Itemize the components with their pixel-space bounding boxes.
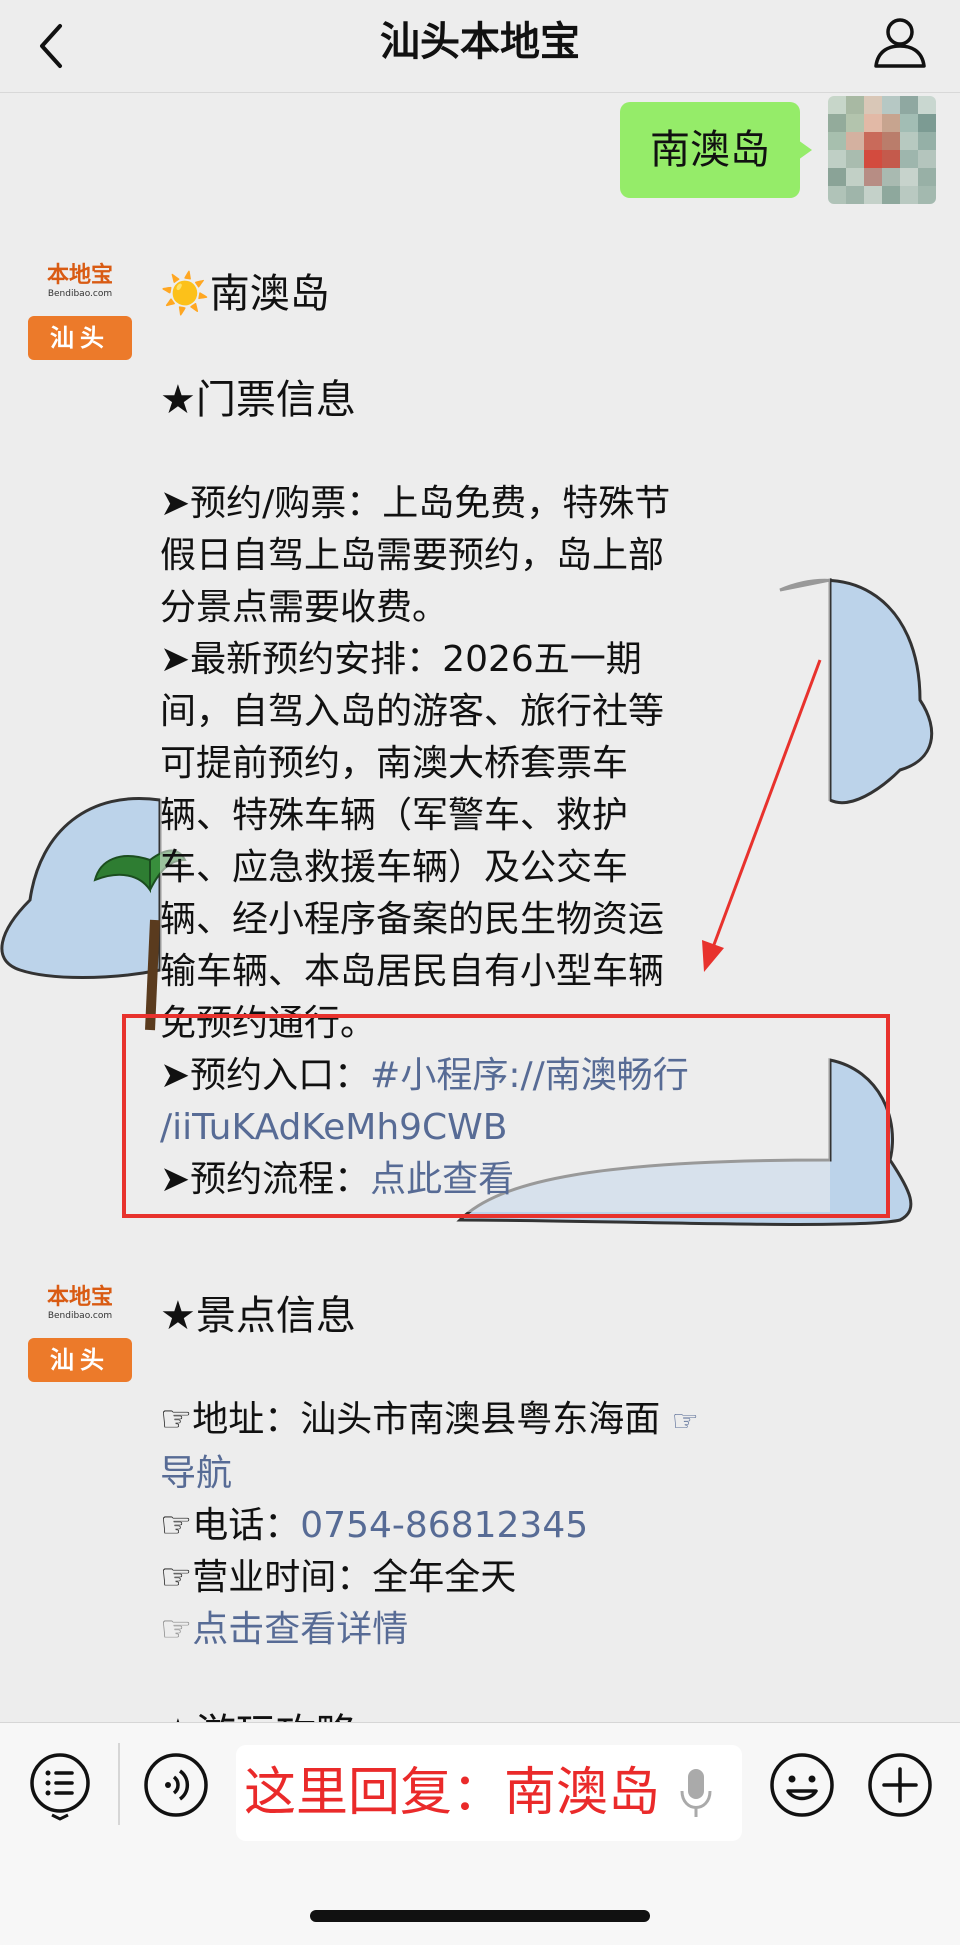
address-line: ☞地址：汕头市南澳县粤东海面 ☞ (160, 1394, 830, 1448)
plus-icon (868, 1753, 932, 1817)
message-input[interactable]: 这里回复：南澳岛 (236, 1745, 742, 1841)
phone-line: ☞电话：0754-86812345 (160, 1500, 830, 1552)
message-line: ➤预约/购票：上岛免费，特殊节 (160, 483, 671, 524)
details-line: ☞点击查看详情 (160, 1604, 830, 1656)
nav-bar: 汕头本地宝 (0, 0, 960, 93)
incoming-message-attraction: ★景点信息 ☞地址：汕头市南澳县粤东海面 ☞ 导航 ☞电话：0754-86812… (160, 1290, 830, 1760)
account-logo: 本地宝 Bendibao.com (28, 1280, 132, 1332)
menu-button[interactable] (24, 1749, 96, 1821)
message-line: 假日自驾上岛需要预约，岛上部 (160, 535, 665, 576)
message-line: 分景点需要收费。 (160, 587, 449, 628)
pointer-icon: ☞ (671, 1404, 699, 1439)
view-details-link[interactable]: 点击查看详情 (192, 1609, 408, 1650)
input-bar-divider (118, 1743, 120, 1825)
reply-hint: 这里回复：南澳岛 (244, 1763, 661, 1823)
account-avatar[interactable]: 本地宝 Bendibao.com 汕头 (28, 1280, 132, 1384)
emoji-icon (770, 1753, 834, 1817)
more-button[interactable] (864, 1749, 936, 1821)
mic-icon[interactable] (678, 1765, 714, 1821)
pointer-icon: ☞ (160, 1609, 193, 1650)
emoji-button[interactable] (766, 1749, 838, 1821)
account-brand: 本地宝 (46, 1284, 113, 1310)
phone-link[interactable]: 0754-86812345 (300, 1505, 588, 1546)
page-title: 汕头本地宝 (380, 19, 580, 65)
profile-button[interactable] (868, 10, 932, 74)
account-avatar[interactable]: 本地宝 Bendibao.com 汕头 (28, 258, 132, 362)
user-avatar[interactable] (828, 96, 936, 204)
outgoing-message-bubble[interactable]: 南澳岛 (620, 102, 800, 198)
menu-list-icon (30, 1753, 90, 1821)
section-title-attraction: ★景点信息 (160, 1293, 356, 1339)
account-city-badge: 汕头 (28, 1338, 132, 1382)
message-heading: ☀️南澳岛 (160, 271, 330, 317)
voice-icon (144, 1753, 208, 1817)
account-city-badge: 汕头 (28, 316, 132, 360)
address-text: ☞地址：汕头市南澳县粤东海面 (160, 1399, 661, 1440)
pixelated-avatar-image (828, 96, 936, 204)
phone-label: ☞电话： (160, 1505, 301, 1546)
account-brand: 本地宝 (46, 262, 113, 288)
highlight-box (122, 1014, 890, 1218)
home-indicator[interactable] (310, 1910, 650, 1922)
account-site: Bendibao.com (47, 289, 113, 299)
account-site: Bendibao.com (47, 1311, 113, 1321)
profile-icon (874, 18, 926, 68)
account-logo: 本地宝 Bendibao.com (28, 258, 132, 310)
hours-line: ☞营业时间：全年全天 (160, 1557, 517, 1598)
section-title-tickets: ★门票信息 (160, 377, 356, 423)
annotation-arrow-icon (702, 659, 822, 972)
navigate-link[interactable]: 导航 (160, 1448, 830, 1500)
voice-button[interactable] (140, 1749, 212, 1821)
outgoing-bubble-tail (798, 140, 812, 160)
